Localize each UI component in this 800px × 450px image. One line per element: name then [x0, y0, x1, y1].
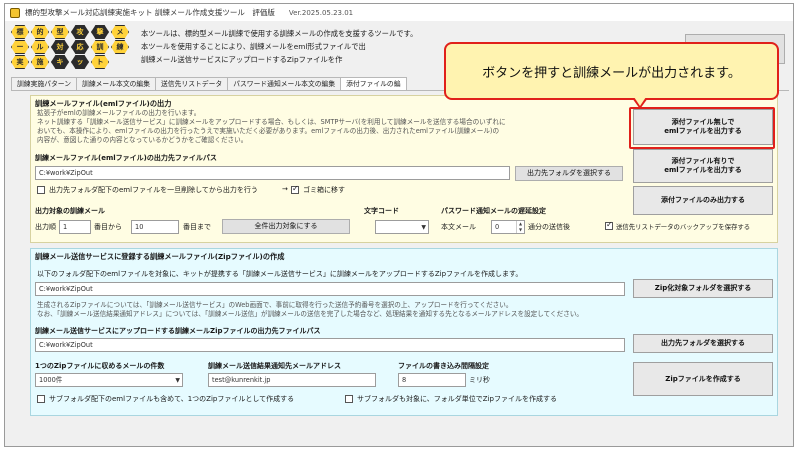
callout-balloon: ボタンを押すと訓練メールが出力されます。	[444, 42, 779, 100]
zip-select-folder-button[interactable]: 出力先フォルダを選択する	[633, 334, 773, 353]
move-to-trash-checkbox[interactable]	[291, 184, 299, 194]
eml-select-folder-button[interactable]: 出力先フォルダを選択する	[515, 166, 623, 181]
logo-hex: 対	[51, 40, 69, 54]
tab-bar: 訓練実施パターン 訓練メール本文の編集 送信先リストデータ パスワード通知メール…	[11, 77, 407, 91]
kit-logo: 標 的 型 攻 撃 メ ー ル 対 応 訓 練 実 施 キ ッ ト	[11, 25, 131, 69]
output-order-label: 出力順	[35, 223, 56, 231]
delete-before-output-label: 出力先フォルダ配下のemlファイルを一旦削除してから出力を行う	[49, 186, 258, 194]
chevron-down-icon: ▼	[175, 377, 180, 384]
logo-hex: 訓	[91, 40, 109, 54]
zip-path-label: 訓練メール送信サービスにアップロードする訓練メールZipファイルの出力先ファイル…	[35, 327, 321, 335]
eml-note: ネット訓練する「訓練メール送信サービス」に訓練メールをアップロードする場合、もし…	[37, 118, 506, 126]
eml-note: おいても、本操作により、emlファイルの出力を行ったうえで実施いただく必要があり…	[37, 127, 500, 135]
range-to-suffix: 番目まで	[183, 223, 211, 231]
delete-before-output-checkbox[interactable]	[37, 186, 45, 194]
zip-create-title: 訓練メール送信サービスに登録する訓練メールファイル(Zipファイル)の作成	[35, 252, 285, 261]
logo-hex: 実	[11, 55, 29, 69]
eml-path-label: 訓練メールファイル(emlファイル)の出力先ファイルパス	[35, 154, 217, 162]
charset-select[interactable]: ▼	[375, 220, 429, 234]
eml-note: 内容が、意図した通りの内容となっているかどうかをご確認ください。	[37, 136, 248, 144]
desc-line: 本ツールは、標的型メール訓練で使用する訓練メールの作成を支援するツールです。	[141, 29, 418, 38]
tab-recipients[interactable]: 送信先リストデータ	[155, 77, 229, 90]
zip-subfolder-merge-checkbox[interactable]	[37, 395, 45, 403]
zip-note: 生成されるZipファイルについては、「訓練メール送信サービス」のWeb画面で、事…	[37, 301, 513, 309]
logo-hex: ッ	[71, 55, 89, 69]
logo-hex: ル	[31, 40, 49, 54]
delay-count-input[interactable]: 0 ▲ ▼	[491, 220, 525, 234]
logo-hex: 攻	[71, 25, 89, 39]
zip-subfolder-merge-label: サブフォルダ配下のemlファイルも含めて、1つのZipファイルとして作成する	[49, 395, 295, 403]
logo-hex: ト	[91, 55, 109, 69]
tab-attachment[interactable]: 添付ファイルの編	[340, 77, 407, 91]
zip-count-value: 1000件	[39, 376, 63, 384]
pw-delay-label: パスワード通知メールの遅延設定	[441, 207, 546, 215]
spinner-icon[interactable]: ▲ ▼	[516, 221, 524, 233]
tab-mail-body[interactable]: 訓練メール本文の編集	[76, 77, 157, 90]
range-from-suffix: 番目から	[94, 223, 122, 231]
title-bar: 標的型攻撃メール対応訓練実施キット 訓練メール作成支援ツール 評価版 Ver.2…	[5, 4, 793, 21]
zip-count-select[interactable]: 1000件 ▼	[35, 373, 183, 387]
backup-label: 送信先リストデータのバックアップを保存する	[616, 223, 751, 231]
zip-subfolder-separate-label: サブフォルダも対象に、フォルダ単位でZipファイルを作成する	[357, 395, 557, 403]
output-target-label: 出力対象の訓練メール	[35, 207, 105, 215]
app-icon	[10, 7, 20, 18]
notify-address-input[interactable]: test@kunrenkit.jp	[208, 373, 376, 387]
window-version: Ver.2025.05.23.01	[288, 8, 354, 17]
eml-note: 拡張子がemlの訓練メールファイルの出力を行います。	[37, 109, 201, 117]
zip-create-subtitle: 以下のフォルダ配下のemlファイルを対象に、キットが提携する「訓練メール送信サー…	[37, 270, 523, 278]
zip-subfolder-separate-checkbox[interactable]	[345, 395, 353, 403]
logo-hex: キ	[51, 55, 69, 69]
logo-hex: 施	[31, 55, 49, 69]
logo-hex: 的	[31, 25, 49, 39]
tab-pattern[interactable]: 訓練実施パターン	[11, 77, 78, 90]
logo-hex: ー	[11, 40, 29, 54]
output-eml-with-attachment-button[interactable]: 添付ファイル有りで emlファイルを出力する	[633, 149, 773, 183]
logo-hex: 標	[11, 25, 29, 39]
range-to-input[interactable]: 10	[131, 220, 179, 234]
zip-path-input[interactable]: C:¥work¥ZipOut	[35, 338, 625, 352]
zip-target-folder-button[interactable]: Zip化対象フォルダを選択する	[633, 279, 773, 298]
zip-count-label: 1つのZipファイルに収めるメールの件数	[35, 362, 165, 370]
chevron-down-icon: ▼	[421, 224, 426, 231]
logo-hex: 応	[71, 40, 89, 54]
delay-suffix: 通分の送信後	[528, 223, 570, 231]
range-from-input[interactable]: 1	[59, 220, 91, 234]
body-mail-label: 本文メール	[441, 223, 476, 231]
notify-address-label: 訓練メール送信結果通知先メールアドレス	[208, 362, 341, 370]
tab-password-mail[interactable]: パスワード通知メール本文の編集	[227, 77, 342, 90]
window-title: 標的型攻撃メール対応訓練実施キット 訓練メール作成支援ツール 評価版	[25, 8, 275, 17]
arrow-right-icon: →	[282, 185, 288, 193]
all-target-button[interactable]: 全件出力対象にする	[222, 219, 350, 234]
zip-create-panel: 訓練メール送信サービスに登録する訓練メールファイル(Zipファイル)の作成 以下…	[30, 248, 778, 416]
callout-tail-inner	[634, 97, 646, 106]
create-zip-button[interactable]: Zipファイルを作成する	[633, 362, 773, 396]
backup-checkbox[interactable]	[605, 220, 613, 230]
zip-note: なお、「訓練メール送信結果通知アドレス」については、「訓練メール送信」が訓練メー…	[37, 310, 584, 318]
callout-text: ボタンを押すと訓練メールが出力されます。	[482, 65, 741, 81]
highlight-frame	[629, 107, 775, 149]
logo-hex: 撃	[91, 25, 109, 39]
logo-hex: 型	[51, 25, 69, 39]
move-to-trash-label: ゴミ箱に移す	[303, 186, 345, 194]
eml-path-input[interactable]: C:¥work¥ZipOut	[35, 166, 510, 180]
write-interval-label: ファイルの書き込み間隔設定	[398, 362, 489, 370]
logo-hex: メ	[111, 25, 129, 39]
delay-count-value: 0	[495, 223, 500, 231]
zip-target-folder-input[interactable]: C:¥work¥ZipOut	[35, 282, 625, 296]
write-interval-input[interactable]: 8	[398, 373, 466, 387]
write-interval-unit: ミリ秒	[469, 376, 490, 384]
output-attachment-only-button[interactable]: 添付ファイルのみ出力する	[633, 186, 773, 215]
charset-label: 文字コード	[364, 207, 399, 215]
eml-output-title: 訓練メールファイル(emlファイル)の出力	[35, 99, 172, 108]
logo-hex: 練	[111, 40, 129, 54]
